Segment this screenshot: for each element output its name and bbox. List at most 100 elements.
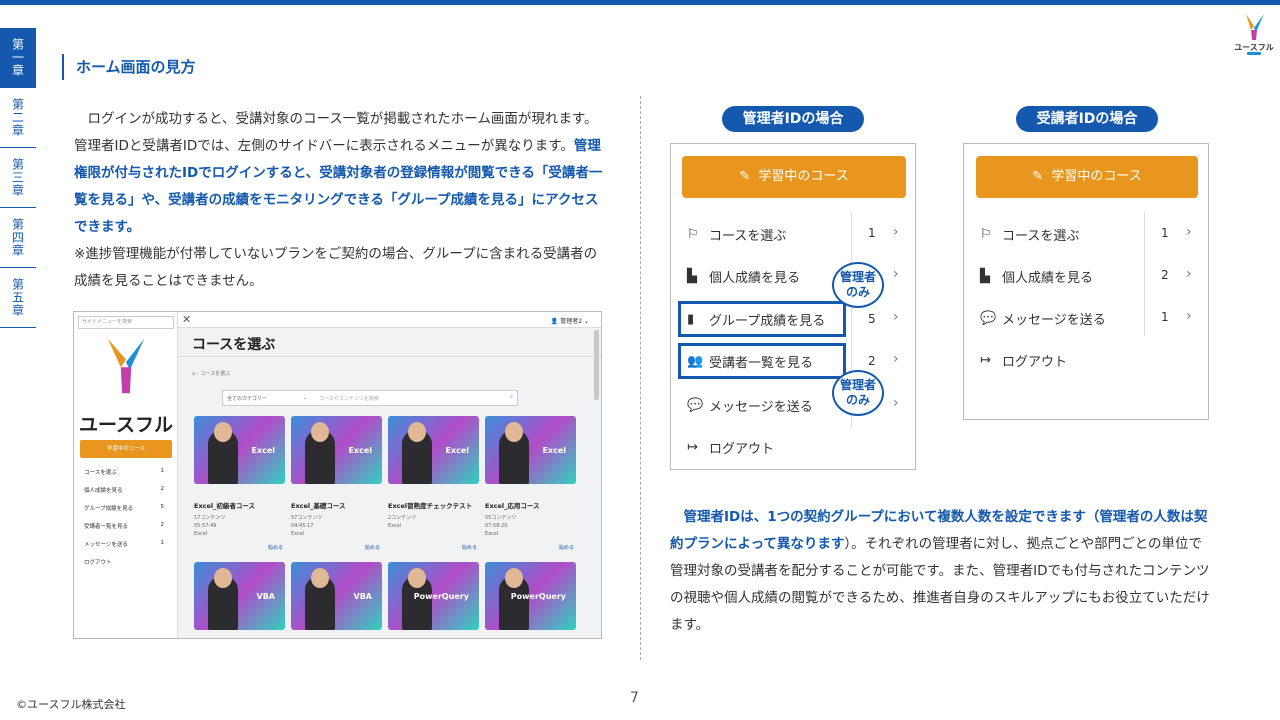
page-number: 7 [630, 690, 639, 706]
shot-course-card: VBA [291, 562, 382, 630]
learner-item-label: ログアウト [1002, 354, 1068, 370]
chapter-tab-5[interactable]: 第五章 [0, 268, 36, 328]
shot-topbar [178, 312, 601, 328]
chapter-nav: 第一章 第二章 第三章 第四章 第五章 [0, 28, 36, 328]
highlight-learner-list [678, 343, 846, 379]
shot-card-label: PowerQuery [510, 592, 566, 601]
intro-paragraph-2: ※進捗管理機能が付帯していないプランをご契約の場合、グループに含まれる受講者の成… [74, 246, 598, 289]
brand-logo-underline [1247, 52, 1261, 55]
shot-study-button: 学習中のコース [80, 440, 172, 458]
learner-count: 2 [1161, 268, 1169, 282]
chat-icon: 💬 [980, 310, 997, 326]
admin-only-bubble: 管理者 のみ [832, 370, 884, 416]
edit-icon: ✎ [739, 169, 751, 184]
shot-course-meta: 2コンテンツ Excel [388, 514, 416, 530]
chevron-right-icon: › [1186, 224, 1192, 240]
chapter-tab-4[interactable]: 第四章 [0, 208, 36, 268]
shot-side-count: 2 [160, 522, 165, 528]
shot-side-item: ログアウト [84, 558, 174, 566]
learner-study-button[interactable]: ✎ 学習中のコース [976, 156, 1198, 198]
chevron-right-icon: › [893, 351, 899, 367]
shot-sidebar: サイドメニューを検索 ユースフル 学習中のコース コースを選ぶ 1 個人成績を見る… [74, 312, 178, 638]
shot-side-count: 1 [160, 468, 165, 474]
shot-course-title: Excel_応用コース [485, 502, 540, 510]
shot-keyword-input: コースやコンテンツを検索 [319, 396, 379, 402]
chapter-tab-3[interactable]: 第三章 [0, 148, 36, 208]
bar-chart-icon: ▙ [687, 268, 697, 284]
admin-item-select-course[interactable]: ⚐ コースを選ぶ [687, 219, 786, 249]
admin-study-button[interactable]: ✎ 学習中のコース [682, 156, 906, 198]
shot-course-card: PowerQuery [388, 562, 479, 630]
top-accent-bar [0, 0, 1280, 5]
shot-course-card: Excel [388, 416, 479, 484]
shot-close-icon: ✕ [182, 313, 192, 326]
learner-item-label: メッセージを送る [1002, 312, 1106, 328]
chat-icon: 💬 [687, 397, 704, 413]
shot-course-start-link: 始める [559, 545, 575, 551]
shot-side-label: グループ成績を見る [84, 506, 134, 512]
shot-side-label: ログアウト [84, 560, 112, 566]
bar-chart-icon: ▙ [980, 268, 990, 284]
shot-card-head [311, 568, 329, 588]
shot-side-count: 1 [160, 540, 165, 546]
shot-side-label: コースを選ぶ [84, 470, 117, 476]
shot-course-start-link: 始める [462, 545, 478, 551]
admin-pill: 管理者IDの場合 [722, 106, 864, 132]
flag-icon: ⚐ [980, 226, 992, 242]
shot-course-card: Excel [194, 416, 285, 484]
learner-item-send-message[interactable]: 💬 メッセージを送る [980, 303, 1106, 333]
section-title: ホーム画面の見方 [62, 54, 196, 80]
bubble-line-1: 管理者 [839, 378, 876, 392]
admin-count: 1 [868, 226, 876, 240]
shot-course-start-link: 始める [268, 545, 284, 551]
intro-paragraph-1: ログインが成功すると、受講対象のコース一覧が掲載されたホーム画面が現れます。管理… [74, 106, 604, 241]
shot-breadcrumb-text: コースを選ぶ [200, 371, 231, 377]
admin-note-text: 管理者IDは、1つの契約グループにおいて複数人数を設定できます（管理者の人数は契… [670, 504, 1215, 639]
shot-side-count: 5 [160, 504, 165, 510]
admin-count: 5 [868, 312, 876, 326]
admin-item-label: メッセージを送る [709, 399, 813, 415]
shot-user-name: 管理者2 [560, 318, 583, 325]
shot-course-meta: 57コンテンツ 04:45:17 Excel [291, 514, 322, 538]
shot-side-count: 2 [160, 486, 165, 492]
admin-item-personal-score[interactable]: ▙ 個人成績を見る [687, 261, 800, 291]
shot-search-icon: ⌕ [510, 394, 513, 400]
admin-item-logout[interactable]: ↦ ログアウト [687, 432, 774, 462]
admin-item-label: ログアウト [709, 441, 775, 457]
chapter-tab-1[interactable]: 第一章 [0, 28, 36, 88]
shot-course-title: Excel_初級者コース [194, 502, 256, 510]
shot-brand-name: ユースフル [78, 414, 174, 436]
shot-course-contents: 55コンテンツ [485, 515, 517, 521]
shot-course-card: VBA [194, 562, 285, 630]
shot-course-card: PowerQuery [485, 562, 576, 630]
learner-item-select-course[interactable]: ⚐ コースを選ぶ [980, 219, 1079, 249]
learner-count: 1 [1161, 226, 1169, 240]
chapter-tab-2[interactable]: 第二章 [0, 88, 36, 148]
learner-item-logout[interactable]: ↦ ログアウト [980, 345, 1067, 375]
shot-title-divider [178, 356, 601, 357]
shot-course-contents: 2コンテンツ [388, 515, 417, 521]
learner-count: 1 [1161, 310, 1169, 324]
shot-category-select: 全てのカテゴリー [227, 396, 268, 402]
shot-card-label: PowerQuery [413, 592, 469, 601]
shot-scrollbar [594, 330, 599, 400]
chevron-right-icon: › [1186, 266, 1192, 282]
learner-item-personal-score[interactable]: ▙ 個人成績を見る [980, 261, 1093, 291]
shot-course-time: 07:58:20 [485, 523, 508, 529]
shot-card-head [408, 422, 426, 442]
column-divider [640, 96, 641, 660]
shot-course-start-link: 始める [365, 545, 381, 551]
shot-course-time: 05:57:49 [194, 523, 217, 529]
shot-page-title: コースを選ぶ [192, 337, 276, 353]
shot-card-head [214, 568, 232, 588]
learner-menu-panel: ✎ 学習中のコース ⚐ コースを選ぶ 1 › ▙ 個人成績を見る 2 › 💬 メッセー… [963, 143, 1209, 420]
shot-card-head [505, 568, 523, 588]
admin-item-send-message[interactable]: 💬 メッセージを送る [687, 390, 813, 420]
copyright: ©ユースフル株式会社 [16, 698, 126, 711]
shot-card-head [408, 568, 426, 588]
shot-user-menu: 👤 管理者2 ⌄ [550, 318, 589, 325]
learner-study-label: 学習中のコース [1051, 169, 1142, 184]
shot-course-tag: Excel [194, 531, 208, 537]
chevron-right-icon: › [893, 266, 899, 282]
shot-course-card: Excel [291, 416, 382, 484]
